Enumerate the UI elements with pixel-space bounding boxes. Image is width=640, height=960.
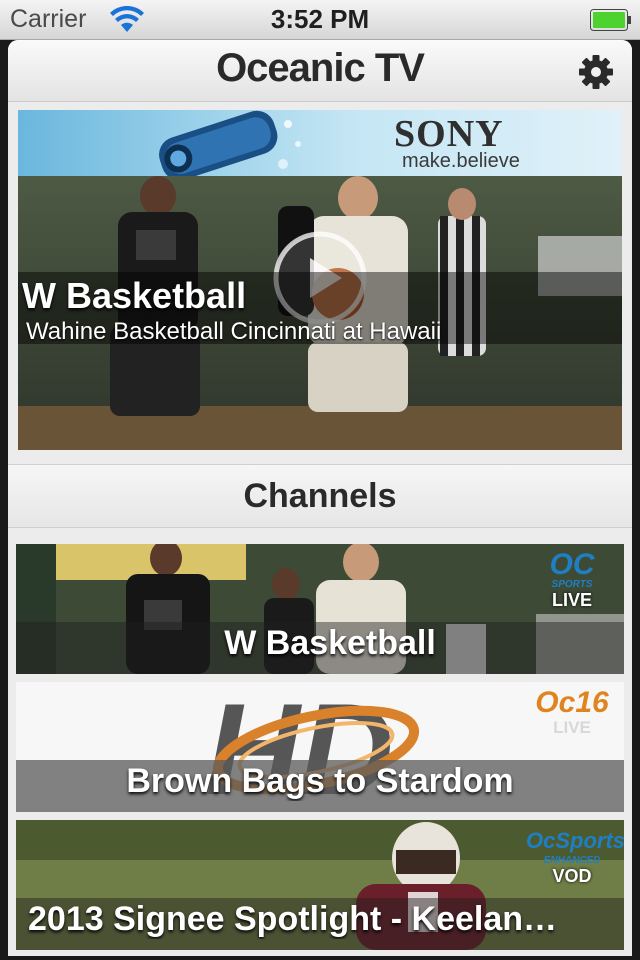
speaker-product-image [159,110,301,176]
channel-title: W Basketball [224,624,436,662]
featured-subtitle: Wahine Basketball Cincinnati at Hawaii [26,318,442,345]
badge-type: VOD [552,866,592,886]
app-container: Oceanic TV SONY make.believe W Basketbal… [8,40,632,956]
channel-item[interactable]: 2013 Signee Spotlight - Keelan… OcSports… [16,820,624,950]
badge-logo: Oc16 [535,686,609,719]
badge-type: LIVE [553,718,591,737]
ad-banner[interactable]: SONY make.believe [18,110,622,176]
channel-badge: OcSports ENHANCED VOD [526,826,624,886]
badge-logo: OC [549,548,595,581]
channel-title: 2013 Signee Spotlight - Keelan… [28,900,558,938]
page-title: Oceanic TV [216,46,425,90]
featured-title: W Basketball [22,275,247,316]
badge-logo: OcSports [526,828,624,853]
channel-badge: Oc16 LIVE [526,688,618,738]
channel-badge: OC SPORTS LIVE [526,548,618,611]
badge-subtitle: ENHANCED [543,855,601,866]
featured-video[interactable]: SONY make.believe W Basketball Wahine Ba… [18,110,622,450]
ad-tagline: make.believe [402,150,520,172]
section-header: Channels [8,464,632,528]
badge-subtitle: SPORTS [551,579,593,590]
status-bar: Carrier 3:52 PM [0,0,640,40]
channel-item[interactable]: W Basketball OC SPORTS LIVE [16,544,624,674]
section-title: Channels [243,477,397,515]
channel-item[interactable]: HD Brown Bags to Stardom Oc16 LIVE [16,682,624,812]
channel-title: Brown Bags to Stardom [126,762,514,800]
status-time: 3:52 PM [270,4,370,34]
battery-icon [590,9,631,31]
navigation-bar: Oceanic TV [8,40,632,102]
badge-type: LIVE [551,590,592,610]
gear-icon[interactable] [578,54,614,90]
